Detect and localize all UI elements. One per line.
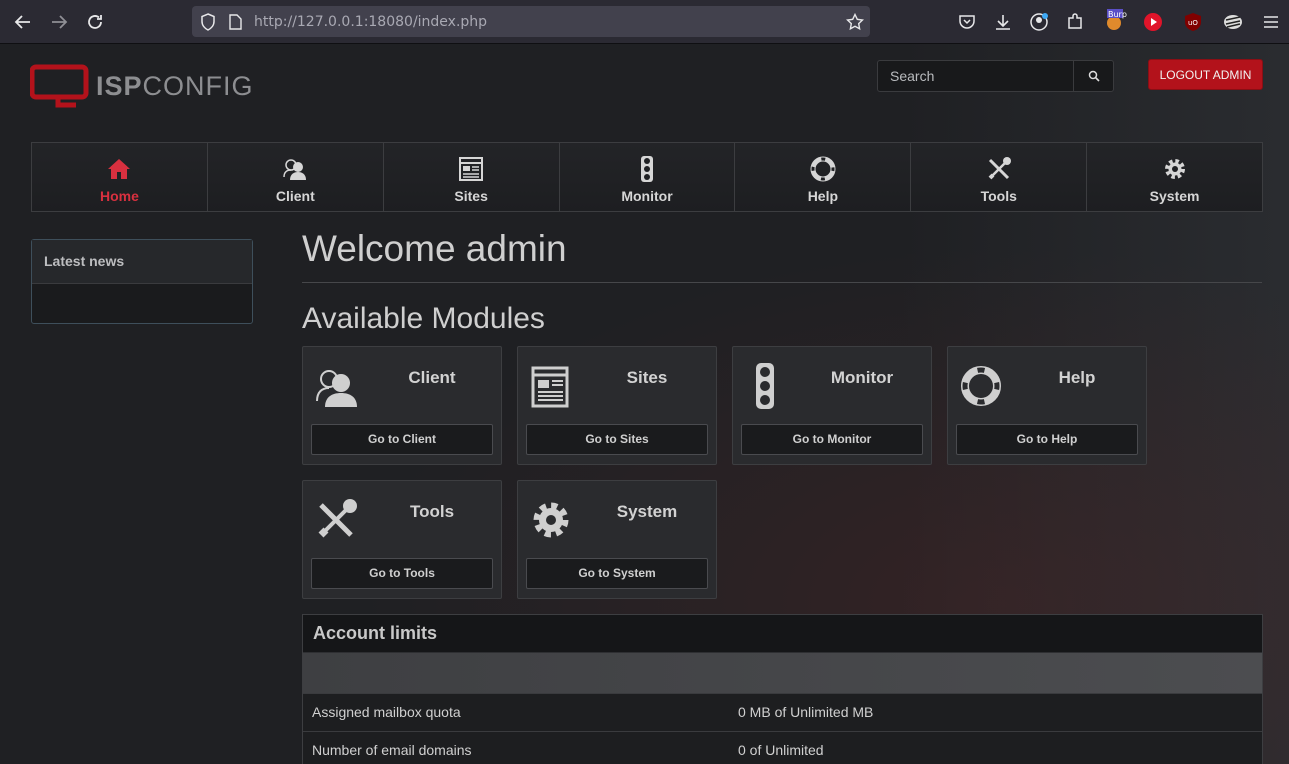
page-content: ISPCONFIG LOGOUT ADMIN Home Client Sites… [0, 44, 1289, 764]
home-icon [108, 159, 131, 179]
browser-toolbar: http://127.0.0.1:18080/index.php Burp uO [0, 0, 1289, 44]
document-list-icon [459, 157, 484, 181]
extensions-puzzle-icon[interactable] [1065, 12, 1085, 32]
go-to-client-button[interactable]: Go to Client [311, 424, 493, 455]
nav-label-system: System [1149, 188, 1200, 204]
logo-isp: ISP [96, 71, 143, 101]
module-title-monitor: Monitor [830, 368, 894, 387]
go-to-help-button[interactable]: Go to Help [956, 424, 1138, 455]
logo-monitor-icon [30, 64, 89, 108]
burp-extension-icon[interactable]: Burp [1103, 8, 1127, 32]
hamburger-menu-icon[interactable] [1261, 12, 1281, 32]
go-to-sites-button[interactable]: Go to Sites [526, 424, 708, 455]
module-card-sites: Sites Go to Sites [517, 346, 717, 465]
svg-text:uO: uO [1188, 19, 1198, 27]
search-input[interactable] [878, 61, 1074, 91]
nav-label-sites: Sites [454, 188, 488, 204]
limit-value: 0 MB of Unlimited MB [738, 704, 874, 720]
go-to-system-button[interactable]: Go to System [526, 558, 708, 589]
divider [302, 282, 1262, 283]
shield-icon[interactable] [200, 13, 216, 31]
nav-label-monitor: Monitor [621, 188, 673, 204]
page-icon [229, 14, 242, 30]
users-icon [316, 370, 357, 407]
nav-item-help[interactable]: Help [735, 143, 912, 211]
nav-label-client: Client [275, 188, 315, 204]
search-icon [1088, 70, 1100, 82]
module-title-sites: Sites [626, 368, 668, 387]
address-bar[interactable]: http://127.0.0.1:18080/index.php [192, 6, 870, 37]
nav-label-home: Home [99, 188, 139, 204]
search-button[interactable] [1073, 61, 1113, 91]
logout-button[interactable]: LOGOUT ADMIN [1148, 59, 1263, 90]
url-path: :18080/index.php [363, 14, 488, 30]
module-title-system: System [616, 502, 678, 521]
url-host: http://127.0.0.1 [254, 14, 364, 30]
module-card-monitor: Monitor Go to Monitor [732, 346, 932, 465]
limit-label: Assigned mailbox quota [312, 704, 461, 720]
reload-icon[interactable] [84, 11, 106, 33]
latest-news-panel: Latest news [31, 239, 253, 324]
bookmark-star-icon[interactable] [846, 13, 864, 31]
document-list-icon [531, 366, 569, 408]
account-limits-panel: Account limits Assigned mailbox quota 0 … [302, 614, 1263, 764]
module-title-help: Help [1058, 368, 1096, 387]
module-card-tools: Tools Go to Tools [302, 480, 502, 599]
latest-news-title: Latest news [32, 240, 252, 284]
go-to-tools-button[interactable]: Go to Tools [311, 558, 493, 589]
account-limits-title: Account limits [303, 615, 1262, 653]
modules-heading: Available Modules [302, 302, 545, 335]
module-title-tools: Tools [409, 502, 455, 521]
nav-item-monitor[interactable]: Monitor [560, 143, 736, 211]
back-arrow-icon[interactable] [12, 11, 34, 33]
table-row: Number of email domains 0 of Unlimited [303, 731, 1262, 764]
gear-icon [1164, 159, 1185, 179]
lifebuoy-icon [961, 366, 1001, 406]
module-card-client: Client Go to Client [302, 346, 502, 465]
gear-icon [533, 502, 569, 538]
nav-item-home[interactable]: Home [32, 143, 208, 211]
traffic-light-icon [641, 156, 653, 182]
forward-arrow-icon[interactable] [48, 11, 70, 33]
logo-config: CONFIG [142, 71, 254, 101]
wrench-screwdriver-icon [988, 157, 1011, 180]
module-title-client: Client [408, 368, 456, 387]
url-text[interactable]: http://127.0.0.1:18080/index.php [254, 14, 487, 30]
limit-value: 0 of Unlimited [738, 742, 824, 758]
users-icon [283, 159, 307, 180]
module-card-help: Help Go to Help [947, 346, 1147, 465]
go-to-monitor-button[interactable]: Go to Monitor [741, 424, 923, 455]
nav-label-tools: Tools [980, 188, 1017, 204]
page-title: Welcome admin [302, 228, 567, 269]
lifebuoy-icon [810, 156, 836, 182]
traffic-light-icon [756, 363, 774, 409]
table-row: Assigned mailbox quota 0 MB of Unlimited… [303, 693, 1262, 731]
nav-label-help: Help [807, 188, 839, 204]
nav-item-client[interactable]: Client [208, 143, 384, 211]
wrench-screwdriver-icon [318, 499, 357, 538]
nav-item-sites[interactable]: Sites [384, 143, 560, 211]
module-card-system: System Go to System [517, 480, 717, 599]
nav-item-tools[interactable]: Tools [911, 143, 1088, 211]
nav-item-system[interactable]: System [1087, 143, 1262, 211]
table-header-bar [303, 653, 1262, 693]
search-box [877, 60, 1114, 92]
logo-wordmark: ISPCONFIG [96, 71, 254, 102]
svg-text:Burp: Burp [1108, 10, 1127, 19]
account-icon[interactable] [1029, 12, 1049, 32]
ublock-icon[interactable]: uO [1183, 12, 1203, 32]
download-icon[interactable] [993, 12, 1013, 32]
main-navigation: Home Client Sites Monitor Help Tools Sys… [31, 142, 1263, 212]
pocket-icon[interactable] [957, 12, 977, 32]
ispconfig-logo[interactable]: ISPCONFIG [30, 64, 253, 110]
stripes-extension-icon[interactable] [1223, 12, 1243, 32]
limit-label: Number of email domains [312, 742, 472, 758]
youtube-extension-icon[interactable] [1143, 12, 1163, 32]
